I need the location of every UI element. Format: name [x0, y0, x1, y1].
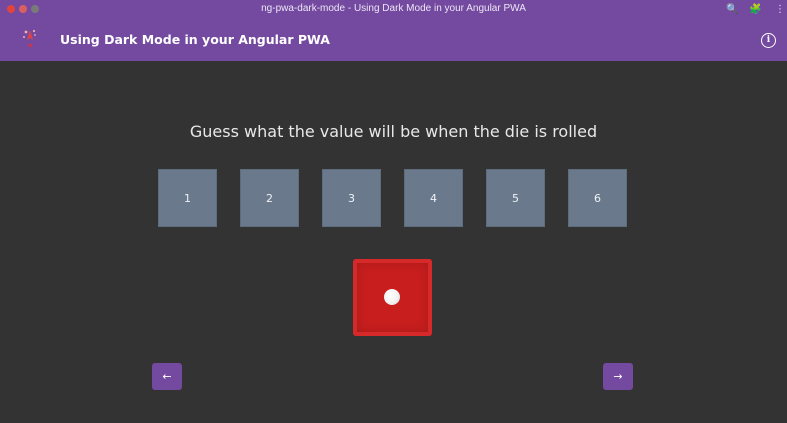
- app-logo-icon: [18, 26, 42, 54]
- info-icon[interactable]: i: [761, 33, 776, 48]
- guess-option-6[interactable]: 6: [568, 169, 627, 227]
- previous-button[interactable]: ←: [152, 363, 182, 390]
- guess-option-3[interactable]: 3: [322, 169, 381, 227]
- app-toolbar: Using Dark Mode in your Angular PWA i: [0, 20, 787, 61]
- arrow-left-icon: ←: [162, 370, 172, 383]
- die[interactable]: [353, 259, 432, 336]
- window-title: ng-pwa-dark-mode - Using Dark Mode in yo…: [261, 3, 526, 14]
- question-text: Guess what the value will be when the di…: [189, 122, 598, 141]
- app-title: Using Dark Mode in your Angular PWA: [60, 32, 330, 47]
- more-menu-icon[interactable]: ⋮: [775, 2, 785, 18]
- die-pip: [384, 289, 400, 305]
- extensions-icon[interactable]: 🧩: [749, 2, 761, 18]
- guess-option-2[interactable]: 2: [240, 169, 299, 227]
- guess-option-4[interactable]: 4: [404, 169, 463, 227]
- search-icon[interactable]: 🔍: [726, 2, 738, 18]
- guess-option-5[interactable]: 5: [486, 169, 545, 227]
- guess-option-1[interactable]: 1: [158, 169, 217, 227]
- next-button[interactable]: →: [603, 363, 633, 390]
- browser-titlebar: ng-pwa-dark-mode - Using Dark Mode in yo…: [0, 0, 787, 20]
- guess-options: 1 2 3 4 5 6: [158, 169, 628, 227]
- arrow-right-icon: →: [613, 370, 623, 383]
